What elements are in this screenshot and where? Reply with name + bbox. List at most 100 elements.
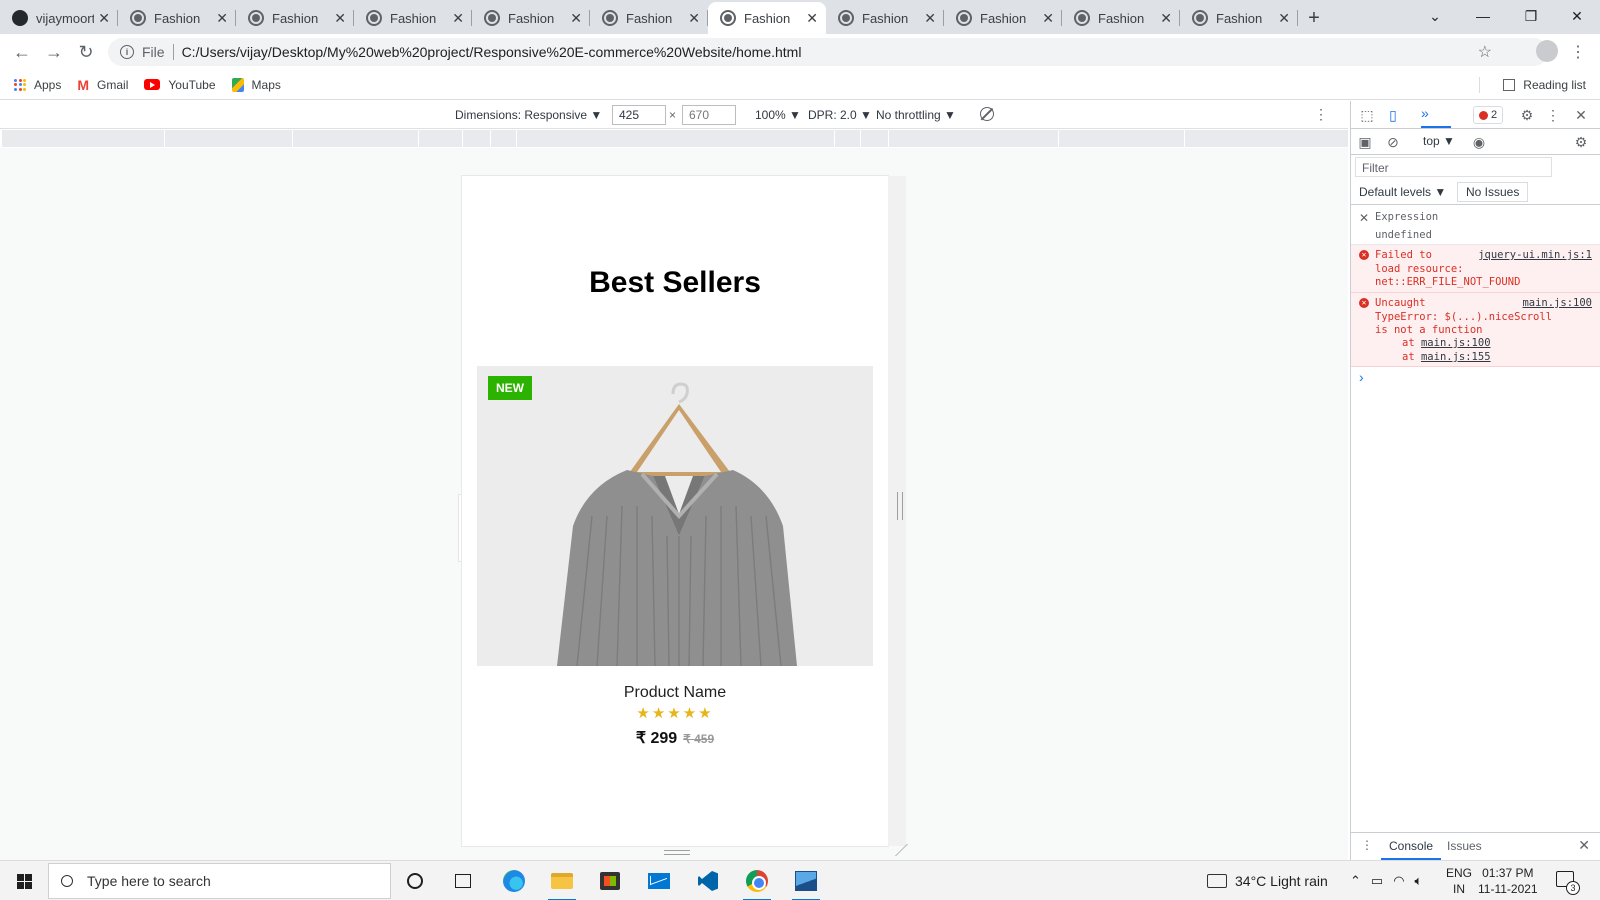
throttling-dropdown[interactable]: No throttling ▼: [876, 108, 956, 122]
reload-icon[interactable]: ↻: [70, 36, 102, 68]
console-toolbar: ▣ ⊘ top ▼ ◉ ⚙: [1351, 129, 1600, 155]
remove-expression-icon[interactable]: ✕: [1359, 211, 1369, 225]
close-tab-icon[interactable]: ✕: [216, 10, 228, 27]
weather-widget[interactable]: 34°C Light rain: [1207, 861, 1328, 900]
dimensions-dropdown[interactable]: Dimensions: Responsive ▼: [455, 108, 602, 122]
console-settings-icon[interactable]: ⚙: [1573, 134, 1589, 150]
bookmark-star-icon[interactable]: ☆: [1478, 42, 1492, 62]
device-icon[interactable]: ▭: [1371, 873, 1383, 889]
browser-tab[interactable]: Fashion ✕: [236, 2, 354, 34]
close-tab-icon[interactable]: ✕: [806, 10, 818, 27]
tray-expand-icon[interactable]: ⌃: [1350, 873, 1361, 889]
browser-tab[interactable]: Fashion ✕: [826, 2, 944, 34]
error-source-link[interactable]: main.js:100: [1522, 297, 1592, 309]
close-tab-icon[interactable]: ✕: [334, 10, 346, 27]
photos-icon[interactable]: [792, 869, 820, 900]
close-window-button[interactable]: ✕: [1554, 0, 1600, 32]
console-prompt-icon[interactable]: ›: [1359, 369, 1364, 385]
dpr-dropdown[interactable]: DPR: 2.0 ▼: [808, 108, 872, 122]
new-tab-button[interactable]: +: [1298, 2, 1330, 34]
expression-label[interactable]: Expression: [1375, 211, 1438, 223]
tab-issues[interactable]: Issues: [1447, 839, 1482, 853]
live-expression-eye-icon[interactable]: ◉: [1471, 134, 1487, 150]
bookmark-apps[interactable]: Apps: [14, 78, 61, 92]
issues-button[interactable]: No Issues: [1457, 182, 1529, 202]
filter-input[interactable]: Filter: [1355, 157, 1552, 177]
mail-icon[interactable]: [647, 869, 671, 893]
volume-icon[interactable]: 🔈︎: [1415, 873, 1423, 889]
stack-frame-link[interactable]: main.js:155: [1421, 351, 1491, 363]
site-info-icon[interactable]: i: [120, 45, 134, 59]
close-tab-icon[interactable]: ✕: [1278, 10, 1290, 27]
windows-start-icon[interactable]: [17, 874, 32, 889]
browser-menu-icon[interactable]: ⋮: [1570, 42, 1586, 62]
error-count-badge[interactable]: 2: [1473, 106, 1503, 124]
taskbar-search[interactable]: Type here to search: [48, 863, 391, 899]
clear-console-icon[interactable]: ⊘: [1385, 134, 1401, 150]
log-levels-dropdown[interactable]: Default levels ▼: [1359, 185, 1446, 199]
context-selector[interactable]: top ▼: [1423, 134, 1455, 148]
bookmark-gmail[interactable]: M Gmail: [77, 77, 128, 93]
minimize-button[interactable]: —: [1460, 0, 1506, 32]
bookmark-maps[interactable]: Maps: [231, 77, 281, 92]
wifi-icon[interactable]: ◠: [1393, 873, 1404, 889]
tab-search-icon[interactable]: ⌄: [1412, 0, 1458, 32]
inspect-element-icon[interactable]: ⬚: [1359, 107, 1375, 123]
browser-tab[interactable]: Fashion ✕: [1062, 2, 1180, 34]
profile-avatar[interactable]: [1536, 40, 1558, 62]
close-tab-icon[interactable]: ✕: [98, 10, 110, 27]
edge-icon[interactable]: [502, 869, 526, 893]
chrome-icon[interactable]: [743, 869, 771, 900]
close-tab-icon[interactable]: ✕: [1042, 10, 1054, 27]
bookmark-youtube[interactable]: YouTube: [144, 78, 216, 92]
browser-tab[interactable]: Fashion ✕: [118, 2, 236, 34]
browser-tab[interactable]: Fashion ✕: [354, 2, 472, 34]
media-query-ruler[interactable]: [2, 130, 1348, 147]
vscode-icon[interactable]: [696, 869, 720, 893]
store-icon[interactable]: [598, 869, 622, 893]
browser-tab[interactable]: Fashion ✕: [472, 2, 590, 34]
right-drag-handle-icon[interactable]: [897, 492, 903, 520]
reading-list-button[interactable]: Reading list: [1503, 78, 1586, 92]
close-tab-icon[interactable]: ✕: [1160, 10, 1172, 27]
more-panels-icon[interactable]: »: [1421, 105, 1429, 121]
address-url[interactable]: C:/Users/vijay/Desktop/My%20web%20projec…: [182, 44, 802, 60]
close-tab-icon[interactable]: ✕: [688, 10, 700, 27]
error-source-link[interactable]: jquery-ui.min.js:1: [1478, 249, 1592, 261]
clock[interactable]: 01:37 PM 11-11-2021: [1478, 865, 1538, 897]
forward-icon[interactable]: →: [38, 36, 70, 68]
device-toggle-icon[interactable]: ▯: [1385, 107, 1401, 123]
rotate-icon[interactable]: [980, 107, 994, 121]
restore-button[interactable]: ❐: [1508, 0, 1554, 32]
product-image[interactable]: NEW: [477, 366, 873, 666]
browser-tab[interactable]: Fashion ✕: [590, 2, 708, 34]
file-explorer-icon[interactable]: [548, 869, 576, 900]
settings-gear-icon[interactable]: ⚙: [1519, 107, 1535, 123]
browser-tab[interactable]: Fashion ✕: [1180, 2, 1298, 34]
language-indicator[interactable]: ENG IN: [1446, 865, 1472, 897]
tab-console[interactable]: Console: [1381, 833, 1442, 860]
device-toolbar-more-icon[interactable]: ⋮: [1314, 106, 1328, 123]
sidebar-toggle-icon[interactable]: ▣: [1357, 134, 1373, 150]
close-devtools-icon[interactable]: ✕: [1573, 107, 1589, 123]
devtools-menu-icon[interactable]: ⋮: [1545, 107, 1561, 123]
width-input[interactable]: 425: [612, 105, 666, 125]
product-name[interactable]: Product Name: [462, 684, 888, 702]
browser-tab[interactable]: vijaymoorthy✕: [0, 2, 118, 34]
stack-frame-link[interactable]: main.js:100: [1421, 337, 1491, 349]
back-icon[interactable]: ←: [6, 36, 38, 68]
browser-tab[interactable]: Fashion ✕: [708, 2, 826, 34]
drawer-menu-icon[interactable]: ⋮: [1361, 838, 1373, 852]
height-input[interactable]: 670: [682, 105, 736, 125]
zoom-dropdown[interactable]: 100% ▼: [755, 108, 801, 122]
close-drawer-icon[interactable]: ✕: [1578, 837, 1590, 854]
close-tab-icon[interactable]: ✕: [924, 10, 936, 27]
browser-tab[interactable]: Fashion ✕: [944, 2, 1062, 34]
address-bar[interactable]: i File C:/Users/vijay/Desktop/My%20web%2…: [108, 38, 1548, 66]
close-tab-icon[interactable]: ✕: [570, 10, 582, 27]
close-tab-icon[interactable]: ✕: [452, 10, 464, 27]
tab-title: Fashion: [508, 10, 555, 26]
bottom-drag-handle-icon[interactable]: [664, 850, 690, 855]
task-view-icon[interactable]: [451, 869, 475, 893]
cortana-icon[interactable]: [403, 869, 427, 893]
